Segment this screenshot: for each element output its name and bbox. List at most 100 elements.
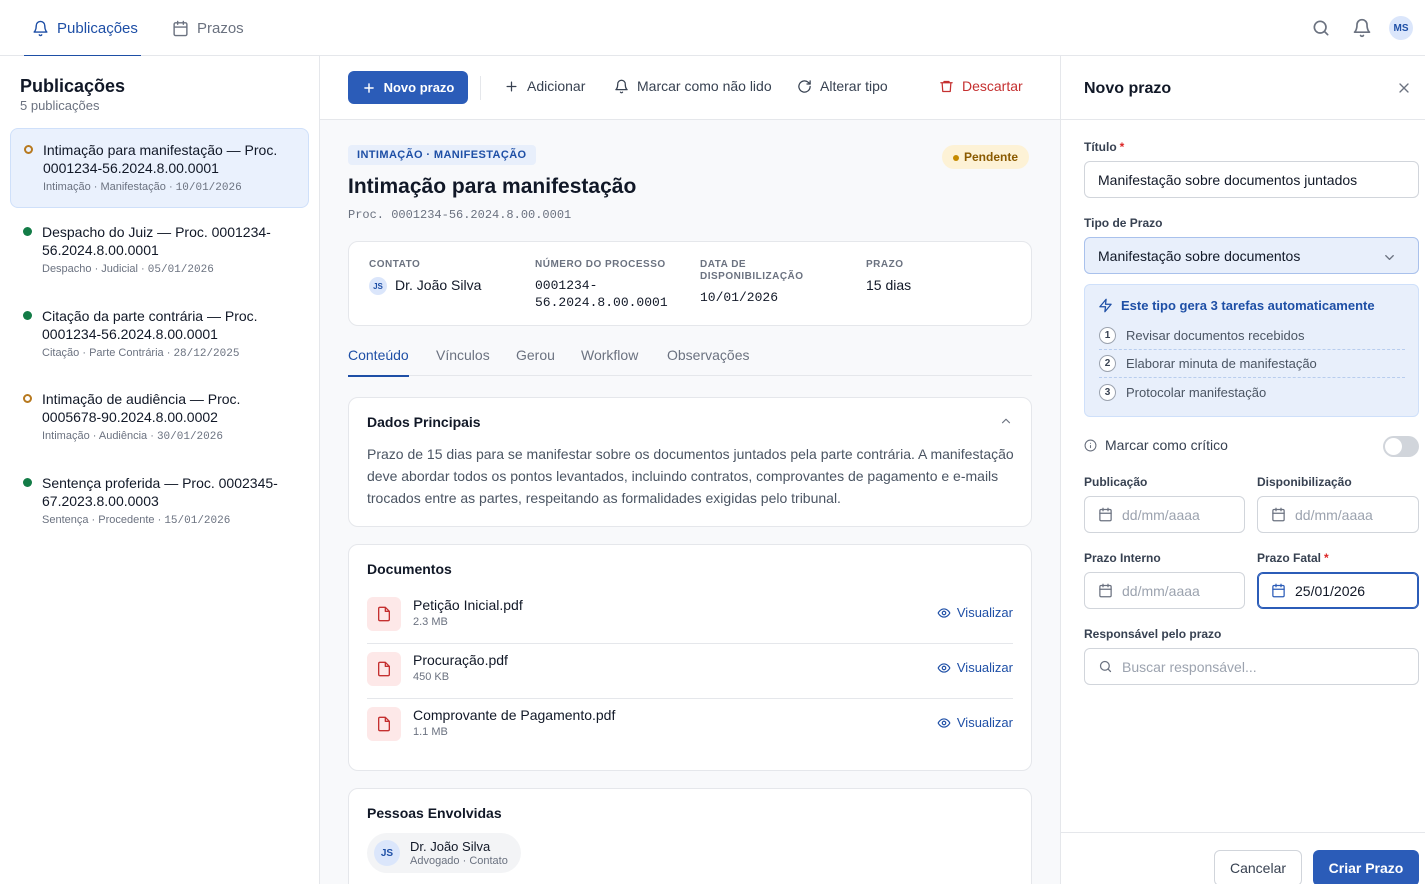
change-type-button[interactable]: Alterar tipo (797, 78, 888, 94)
add-button[interactable]: Adicionar (504, 78, 585, 94)
publication-type-tag: INTIMAÇÃO · MANIFESTAÇÃO (348, 145, 536, 165)
publication-item[interactable]: Despacho do Juiz — Proc. 0001234-56.2024… (10, 211, 309, 291)
task-number: 2 (1099, 355, 1116, 372)
panel-title: Novo prazo (1084, 80, 1172, 97)
field-label: CONTATO (369, 259, 421, 270)
list-count: 5 publicações (20, 98, 100, 113)
page-title: Intimação para manifestação (348, 175, 637, 198)
document-row: Procuração.pdf 450 KB Visualizar (367, 644, 1013, 699)
publication-item-selected[interactable]: Intimação para manifestação — Proc. 0001… (10, 128, 309, 208)
field-label: DATA DE DISPONIBILIZAÇÃO (700, 259, 804, 282)
field-label: PRAZO (866, 259, 904, 270)
person-name: Dr. João Silva (410, 839, 491, 854)
documents-card: Documentos Petição Inicial.pdf 2.3 MB Vi… (348, 544, 1032, 771)
button-label: Adicionar (527, 78, 586, 94)
publication-item[interactable]: Intimação de audiência — Proc. 0005678-9… (10, 378, 309, 458)
publications-list-panel: Publicações 5 publicações Intimação para… (0, 56, 320, 884)
eye-icon (937, 717, 951, 728)
fatal-deadline-input[interactable]: 25/01/2026 (1257, 572, 1419, 609)
notifications-bell-icon[interactable] (1352, 18, 1372, 38)
view-document-button[interactable]: Visualizar (937, 605, 1013, 620)
availability-date-label: Disponibilização (1257, 475, 1352, 489)
tab-label: Publicações (57, 19, 138, 37)
button-label: Descartar (962, 78, 1023, 94)
tab-workflow[interactable]: Workflow (581, 347, 638, 376)
field-value: 15 dias (866, 277, 912, 293)
contact-avatar: JS (369, 277, 387, 296)
availability-date-input[interactable]: dd/mm/aaaa (1257, 496, 1419, 533)
plus-icon (363, 82, 374, 93)
tab-vinculos[interactable]: Vínculos (436, 347, 490, 376)
auto-task-item: 1 Revisar documentos recebidos (1099, 322, 1405, 350)
document-name: Comprovante de Pagamento.pdf (413, 707, 616, 723)
tab-publicacoes[interactable]: Publicações (24, 0, 141, 57)
search-icon[interactable] (1311, 18, 1331, 38)
publication-meta: Citação · Parte Contrária · 28/12/2025 (42, 347, 240, 360)
file-icon (367, 707, 401, 741)
critical-toggle[interactable] (1383, 436, 1419, 457)
person-chip[interactable]: JS Dr. João Silva Advogado · Contato (367, 833, 521, 873)
done-status-dot (23, 311, 32, 320)
critical-field: Marcar como crítico (1084, 437, 1228, 453)
publication-title: Intimação para manifestação — Proc. 0001… (43, 142, 278, 176)
cancel-button[interactable]: Cancelar (1214, 850, 1302, 884)
plus-icon (506, 81, 517, 91)
critical-label: Marcar como crítico (1105, 437, 1228, 453)
info-icon (1084, 439, 1097, 451)
button-label: Alterar tipo (820, 78, 888, 94)
view-document-button[interactable]: Visualizar (937, 715, 1013, 730)
eye-icon (937, 607, 951, 618)
lightning-icon (1099, 298, 1112, 313)
content-tabs: Conteúdo Vínculos Gerou Workflow Observa… (348, 341, 1032, 377)
owner-label: Responsável pelo prazo (1084, 627, 1222, 641)
publication-meta: Intimação · Audiência · 30/01/2026 (42, 430, 223, 443)
tab-label: Prazos (197, 19, 244, 37)
calendar-icon (1272, 583, 1285, 598)
owner-search-input[interactable]: Buscar responsável... (1084, 648, 1419, 685)
calendar-icon (173, 20, 188, 36)
field-value: 0001234-56.2024.8.00.0001 (535, 278, 668, 310)
publication-detail: Novo prazo Adicionar Marcar como não lid… (320, 56, 1060, 884)
file-icon (367, 597, 401, 631)
publication-date-label: Publicação (1084, 475, 1148, 489)
mark-unread-button[interactable]: Marcar como não lido (614, 78, 772, 94)
process-number: Proc. 0001234-56.2024.8.00.0001 (348, 208, 572, 222)
document-size: 450 KB (413, 671, 450, 683)
create-deadline-button[interactable]: Criar Prazo (1313, 850, 1419, 884)
publication-meta: Intimação · Manifestação · 10/01/2026 (43, 181, 242, 194)
tab-conteudo[interactable]: Conteúdo (348, 347, 409, 377)
publication-date-input[interactable]: dd/mm/aaaa (1084, 496, 1245, 533)
panel-header: Novo prazo (1061, 56, 1425, 120)
publication-item[interactable]: Citação da parte contrária — Proc. 00012… (10, 295, 309, 375)
document-size: 2.3 MB (413, 616, 448, 628)
task-label: Protocolar manifestação (1126, 384, 1267, 400)
tab-observacoes[interactable]: Observações (667, 347, 749, 376)
pending-status-dot (24, 145, 33, 154)
document-name: Procuração.pdf (413, 652, 508, 668)
title-label: Título * (1084, 140, 1125, 154)
main-data-card: Dados Principais Prazo de 15 dias para s… (348, 397, 1032, 527)
tab-prazos[interactable]: Prazos (172, 0, 244, 56)
close-icon[interactable] (1396, 80, 1412, 96)
publication-title: Sentença proferida — Proc. 0002345-67.20… (42, 475, 278, 509)
title-input[interactable]: Manifestação sobre documentos juntados (1084, 161, 1419, 198)
top-navigation: Publicações Prazos MS (0, 0, 1425, 57)
internal-deadline-input[interactable]: dd/mm/aaaa (1084, 572, 1245, 609)
publication-item[interactable]: Sentença proferida — Proc. 0002345-67.20… (10, 462, 309, 542)
user-avatar[interactable]: MS (1389, 16, 1413, 40)
type-select[interactable]: Manifestação sobre documentos (1084, 237, 1419, 274)
new-deadline-button[interactable]: Novo prazo (348, 71, 468, 104)
internal-deadline-label: Prazo Interno (1084, 551, 1161, 565)
chevron-down-icon (1385, 255, 1394, 260)
button-label: Visualizar (956, 715, 1013, 730)
deadline-field: PRAZO 15 dias (866, 259, 911, 294)
document-name: Petição Inicial.pdf (413, 597, 523, 613)
tab-gerou[interactable]: Gerou (516, 347, 555, 376)
process-field: NÚMERO DO PROCESSO 0001234-56.2024.8.00.… (535, 259, 685, 311)
view-document-button[interactable]: Visualizar (937, 660, 1013, 675)
people-card: Pessoas Envolvidas JS Dr. João Silva Adv… (348, 788, 1032, 884)
search-icon (1099, 660, 1112, 673)
task-label: Revisar documentos recebidos (1126, 328, 1305, 343)
discard-button[interactable]: Descartar (939, 78, 1023, 94)
chevron-up-icon[interactable] (999, 414, 1013, 428)
